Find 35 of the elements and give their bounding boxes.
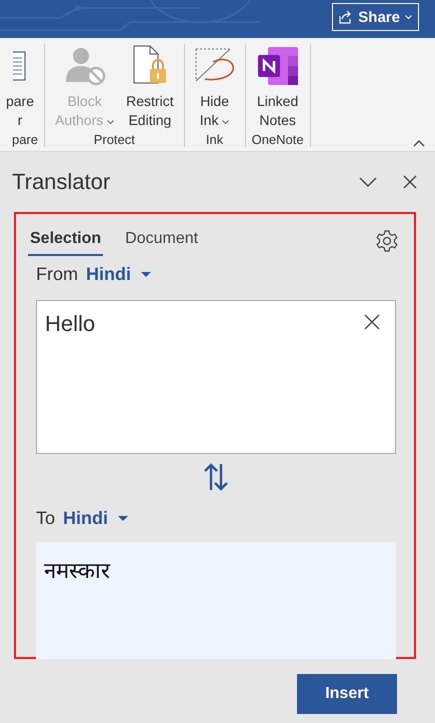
language-dropdown[interactable]: Hindi <box>86 264 151 284</box>
insert-button[interactable]: Insert <box>297 674 397 714</box>
ribbon-button[interactable]: Linked Notes <box>252 44 302 132</box>
settings-icon[interactable] <box>376 230 398 252</box>
close-icon <box>403 175 417 189</box>
tab[interactable]: Document <box>123 226 200 256</box>
group-label: pare <box>12 132 38 147</box>
ribbon-button[interactable]: Restrict Editing <box>122 44 178 132</box>
dropdown-arrow-icon <box>118 516 128 520</box>
share-button[interactable]: Share <box>332 3 419 31</box>
caret-icon <box>222 120 230 125</box>
ribbon-button[interactable]: Hide Ink <box>190 44 239 132</box>
share-caret-icon <box>405 14 412 20</box>
to-label: To <box>36 508 56 528</box>
pane-title: Translator <box>12 169 112 195</box>
group-label: Ink <box>206 132 224 147</box>
group-label: Protect <box>94 132 135 147</box>
source-text-field[interactable]: Hello <box>36 300 396 454</box>
chevron-down-icon <box>359 177 377 187</box>
ink-icon <box>194 48 235 84</box>
group-label: OneNote <box>252 132 304 147</box>
tab[interactable]: Selection <box>28 226 104 256</box>
translation-output: नमस्कार <box>36 542 396 659</box>
person-blocked-icon <box>64 46 106 86</box>
swap-icon[interactable] <box>203 463 229 491</box>
onenote-icon <box>258 47 298 85</box>
from-label: From <box>36 264 78 284</box>
collapse-ribbon-icon[interactable] <box>413 140 425 147</box>
language-dropdown[interactable]: Hindi <box>63 508 128 528</box>
caret-icon <box>107 120 114 125</box>
document-icon <box>12 50 27 82</box>
share-icon <box>339 10 354 24</box>
dropdown-arrow-icon <box>141 272 151 276</box>
close-icon <box>364 314 380 330</box>
ribbon-button[interactable]: pare r <box>2 44 38 132</box>
